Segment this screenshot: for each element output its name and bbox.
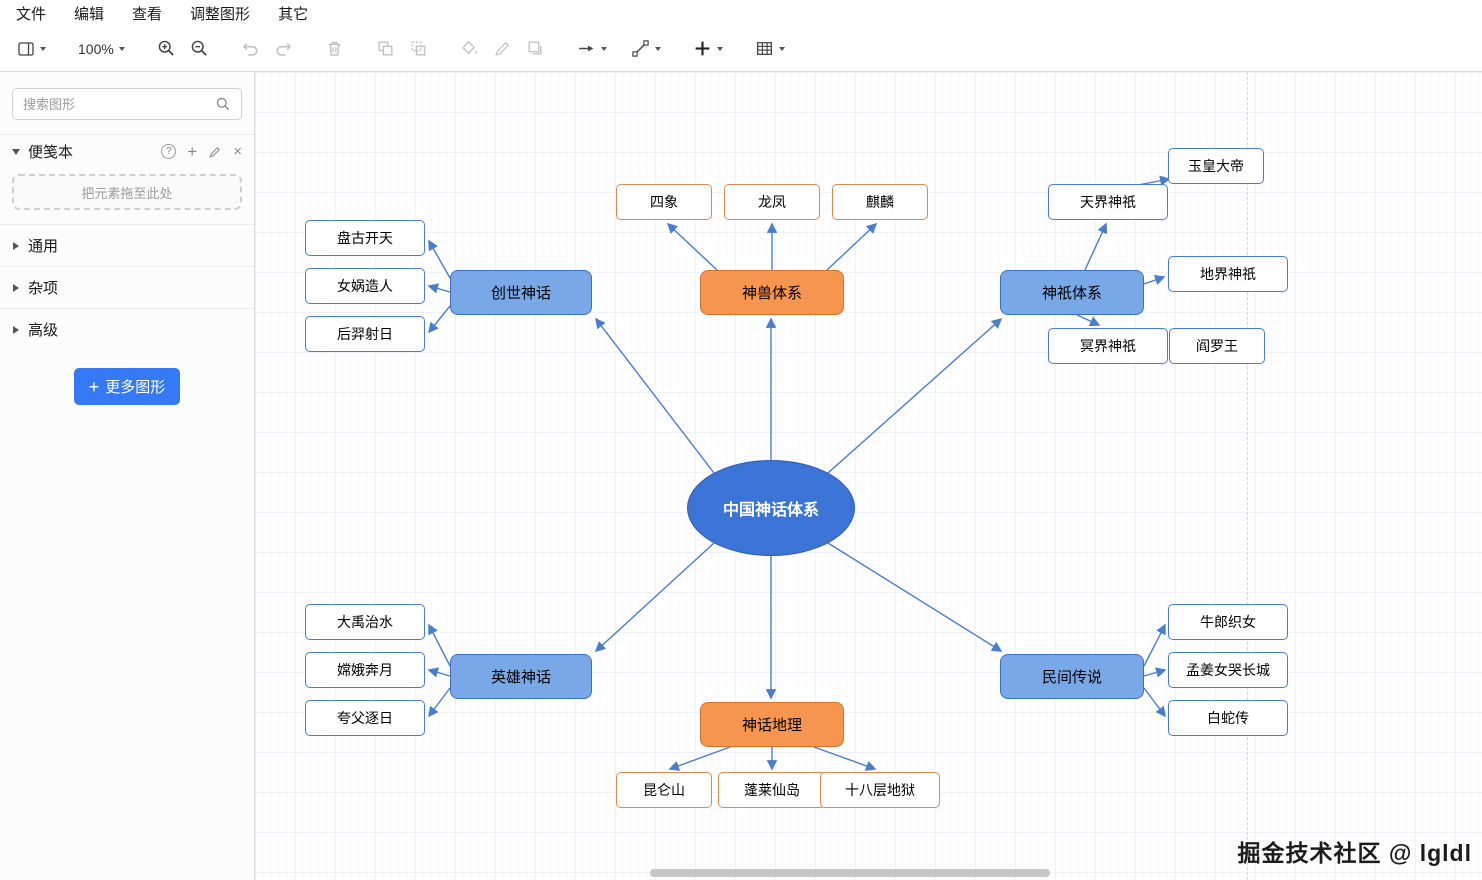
node-yanluo[interactable]: 阎罗王 bbox=[1169, 328, 1265, 364]
arrow-right-icon bbox=[578, 45, 594, 52]
node-mythical-beasts[interactable]: 神兽体系 bbox=[700, 270, 844, 315]
menu-extras[interactable]: 其它 bbox=[278, 3, 308, 24]
waypoint-style-button[interactable] bbox=[628, 35, 664, 62]
node-hero-myths[interactable]: 英雄神话 bbox=[450, 654, 592, 699]
node-creation-myths[interactable]: 创世神话 bbox=[450, 270, 592, 315]
node-heaven-deities[interactable]: 天界神祇 bbox=[1048, 184, 1168, 220]
node-folk-legends[interactable]: 民间传说 bbox=[1000, 654, 1144, 699]
search-icon bbox=[216, 97, 230, 111]
zoom-value: 100% bbox=[78, 40, 114, 57]
node-pangu[interactable]: 盘古开天 bbox=[305, 220, 425, 256]
close-icon[interactable] bbox=[233, 145, 242, 159]
insert-button[interactable] bbox=[690, 35, 726, 62]
zoom-dropdown[interactable]: 100% bbox=[75, 37, 128, 61]
menubar: 文件 编辑 查看 调整图形 其它 bbox=[0, 0, 1482, 26]
menu-arrange[interactable]: 调整图形 bbox=[190, 3, 250, 24]
table-button[interactable] bbox=[752, 35, 788, 62]
zoom-in-button[interactable] bbox=[154, 35, 179, 62]
help-icon[interactable] bbox=[161, 144, 177, 159]
section-label: 通用 bbox=[28, 238, 59, 255]
fill-color-button[interactable] bbox=[457, 35, 482, 62]
edit-pencil-icon[interactable] bbox=[208, 145, 222, 159]
fill-color-icon bbox=[462, 40, 477, 55]
collapse-arrow-icon bbox=[12, 148, 20, 155]
more-shapes-button[interactable]: 更多图形 bbox=[73, 368, 181, 405]
expand-arrow-icon bbox=[13, 241, 19, 250]
zoom-out-button[interactable] bbox=[187, 35, 212, 62]
node-earth-deities[interactable]: 地界神祇 bbox=[1168, 256, 1288, 292]
connection-style-button[interactable] bbox=[574, 35, 610, 62]
undo-icon bbox=[242, 43, 258, 56]
menu-edit[interactable]: 编辑 bbox=[74, 3, 104, 24]
line-color-button[interactable] bbox=[490, 35, 515, 62]
search-shapes-input[interactable] bbox=[12, 88, 242, 120]
section-label: 高级 bbox=[28, 322, 59, 339]
node-change[interactable]: 嫦娥奔月 bbox=[305, 652, 425, 688]
horizontal-scrollbar[interactable] bbox=[650, 869, 1050, 877]
scratchpad-header[interactable]: 便笺本 bbox=[0, 134, 254, 168]
menu-file[interactable]: 文件 bbox=[16, 3, 46, 24]
node-dragon-phoenix[interactable]: 龙凤 bbox=[724, 184, 820, 220]
node-penglai[interactable]: 蓬莱仙岛 bbox=[718, 772, 826, 808]
toolbar: 100% bbox=[0, 26, 1482, 72]
chevron-down-icon bbox=[40, 46, 46, 51]
zoom-in-icon bbox=[158, 40, 174, 56]
sidebar-section-misc[interactable]: 杂项 bbox=[0, 266, 254, 308]
zoom-out-icon bbox=[191, 40, 207, 56]
node-jade-emperor[interactable]: 玉皇大帝 bbox=[1168, 148, 1264, 184]
trash-icon bbox=[328, 41, 341, 56]
layout-icon bbox=[18, 41, 34, 56]
node-myth-geography[interactable]: 神话地理 bbox=[700, 702, 844, 747]
node-kuafu[interactable]: 夸父逐日 bbox=[305, 700, 425, 736]
undo-button[interactable] bbox=[238, 35, 263, 62]
redo-icon bbox=[276, 43, 291, 56]
node-cowherd-weaver[interactable]: 牛郎织女 bbox=[1168, 604, 1288, 640]
shapes-sidebar: 便笺本 把元素拖至此处 通用 杂项 高级 更多图形 bbox=[0, 72, 255, 880]
diagram-canvas[interactable]: 中国神话体系 创世神话 神兽体系 神祇体系 英雄神话 神话地理 民间传说 盘古开… bbox=[255, 72, 1482, 880]
drop-hint-label: 把元素拖至此处 bbox=[81, 185, 173, 201]
node-underworld-deities[interactable]: 冥界神祇 bbox=[1048, 328, 1168, 364]
section-label: 杂项 bbox=[28, 280, 59, 297]
to-back-icon bbox=[411, 41, 426, 56]
chevron-down-icon bbox=[118, 46, 125, 51]
expand-arrow-icon bbox=[13, 325, 19, 334]
chevron-down-icon bbox=[778, 46, 785, 51]
add-icon[interactable] bbox=[187, 145, 197, 159]
plus-icon bbox=[695, 41, 710, 56]
node-nuwa[interactable]: 女娲造人 bbox=[305, 268, 425, 304]
chevron-down-icon bbox=[654, 46, 661, 51]
to-front-button[interactable] bbox=[373, 35, 398, 62]
sidebar-section-advanced[interactable]: 高级 bbox=[0, 308, 254, 350]
chevron-down-icon bbox=[600, 46, 607, 51]
redo-button[interactable] bbox=[271, 35, 296, 62]
node-qilin[interactable]: 麒麟 bbox=[832, 184, 928, 220]
scratchpad-drop-area[interactable]: 把元素拖至此处 bbox=[12, 174, 242, 210]
chevron-down-icon bbox=[716, 46, 723, 51]
delete-button[interactable] bbox=[322, 35, 347, 62]
node-mengjiangnu[interactable]: 孟姜女哭长城 bbox=[1168, 652, 1288, 688]
menu-view[interactable]: 查看 bbox=[132, 3, 162, 24]
node-deity-system[interactable]: 神祇体系 bbox=[1000, 270, 1144, 315]
node-white-snake[interactable]: 白蛇传 bbox=[1168, 700, 1288, 736]
plus-icon bbox=[89, 380, 100, 394]
format-panel-button[interactable] bbox=[14, 36, 49, 62]
node-kunlun[interactable]: 昆仑山 bbox=[616, 772, 712, 808]
node-center-chinese-mythology[interactable]: 中国神话体系 bbox=[687, 460, 855, 556]
shadow-button[interactable] bbox=[523, 35, 548, 62]
to-back-button[interactable] bbox=[406, 35, 431, 62]
sidebar-section-general[interactable]: 通用 bbox=[0, 224, 254, 266]
node-hell-eighteen-levels[interactable]: 十八层地狱 bbox=[820, 772, 940, 808]
shadow-icon bbox=[528, 41, 542, 55]
more-shapes-label: 更多图形 bbox=[105, 379, 166, 396]
diagonal-line-icon bbox=[632, 40, 649, 57]
node-four-symbols[interactable]: 四象 bbox=[616, 184, 712, 220]
pencil-icon bbox=[494, 41, 509, 56]
node-houyi[interactable]: 后羿射日 bbox=[305, 316, 425, 352]
to-front-icon bbox=[378, 41, 393, 56]
watermark-text: 掘金技术社区 @ lgldl bbox=[1237, 840, 1472, 866]
node-dayu[interactable]: 大禹治水 bbox=[305, 604, 425, 640]
scratchpad-title: 便笺本 bbox=[28, 144, 74, 161]
table-icon bbox=[756, 42, 772, 55]
expand-arrow-icon bbox=[13, 283, 19, 292]
